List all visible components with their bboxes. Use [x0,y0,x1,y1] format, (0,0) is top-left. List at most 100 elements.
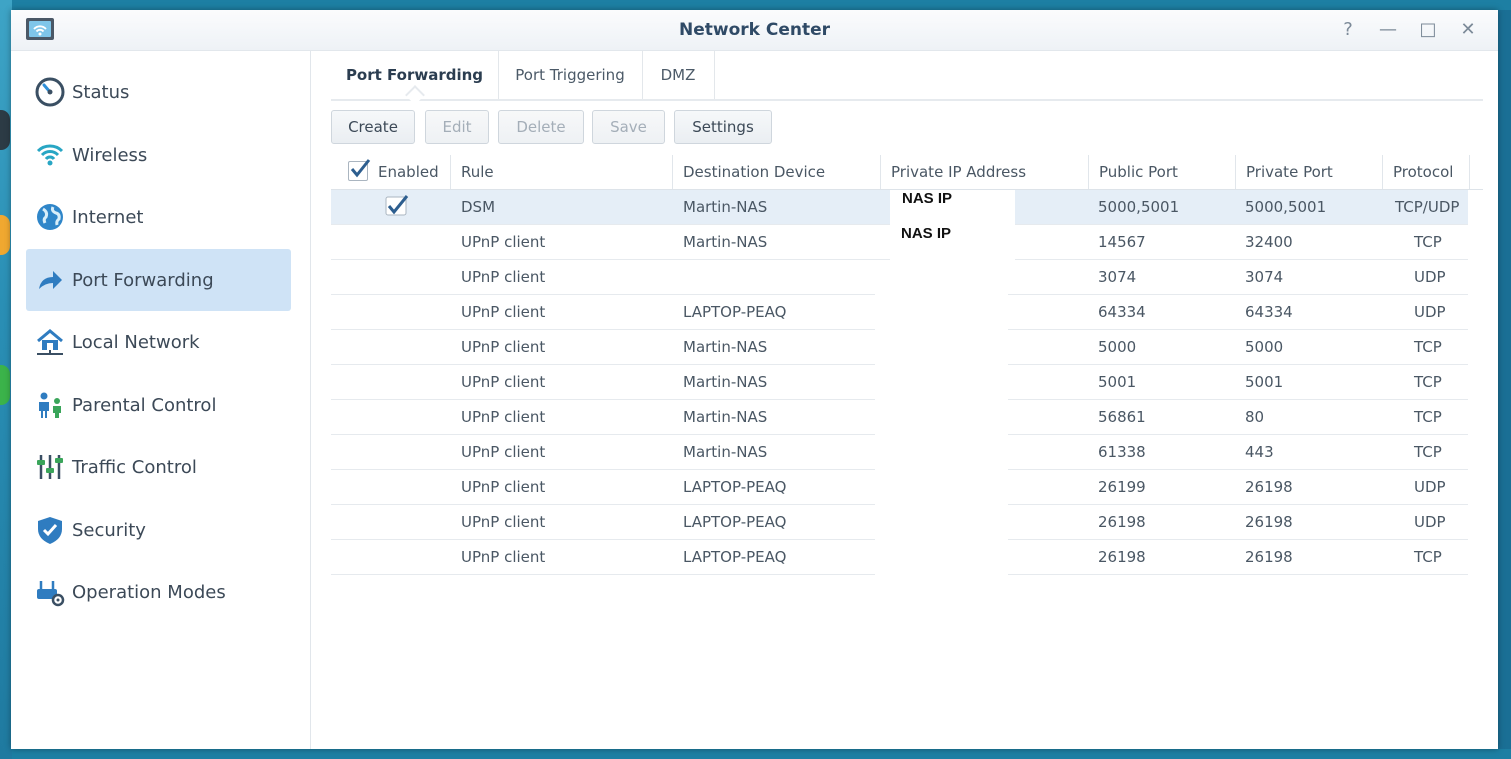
tab-dmz[interactable]: DMZ [642,51,715,99]
table-row[interactable]: UPnP client 3074 3074 UDP [331,260,1468,295]
cell-private-port: 26198 [1245,513,1293,531]
column-header-enabled[interactable]: Enabled [331,155,450,189]
cell-protocol: TCP [1414,373,1442,391]
redaction-box [875,294,1008,575]
speedometer-icon [34,76,66,108]
cell-protocol: TCP [1414,338,1442,356]
sidebar-item-label: Port Forwarding [72,269,214,291]
sliders-icon [34,451,66,483]
column-header-private-ip[interactable]: Private IP Address [880,155,1088,189]
cell-public-port: 26198 [1098,513,1146,531]
cell-private-port: 26198 [1245,478,1293,496]
cell-protocol: TCP [1414,443,1442,461]
cell-protocol: UDP [1414,478,1446,496]
cell-private-port: 80 [1245,408,1265,426]
main-content: Port Forwarding Port Triggering DMZ Crea… [311,51,1498,749]
sidebar-item-traffic-control[interactable]: Traffic Control [26,436,291,498]
save-button[interactable]: Save [592,110,665,144]
cell-rule: UPnP client [461,233,546,251]
help-button[interactable]: ? [1337,19,1359,41]
cell-rule: UPnP client [461,268,546,286]
column-header-destination-device[interactable]: Destination Device [672,155,880,189]
sidebar-item-label: Security [72,519,146,541]
cell-protocol: UDP [1414,268,1446,286]
window-title: Network Center [678,20,831,40]
sidebar-item-label: Operation Modes [72,581,226,603]
sidebar-item-parental-control[interactable]: Parental Control [26,374,291,436]
cell-rule: UPnP client [461,303,546,321]
column-header-rule[interactable]: Rule [450,155,672,189]
cell-public-port: 64334 [1098,303,1146,321]
home-network-icon [34,326,66,358]
settings-button[interactable]: Settings [674,110,772,144]
cell-public-port: 14567 [1098,233,1146,251]
desktop-background [1498,10,1511,749]
network-center-window: Network Center ? — □ ✕ Status Wireless I… [11,10,1498,749]
router-gear-icon [34,576,66,608]
forward-arrow-icon [34,264,66,296]
cell-public-port: 61338 [1098,443,1146,461]
title-bar[interactable]: Network Center ? — □ ✕ [11,10,1498,51]
header-label: Enabled [378,163,439,181]
cell-public-port: 56861 [1098,408,1146,426]
cell-device: Martin-NAS [683,198,768,216]
cell-rule: UPnP client [461,443,546,461]
sidebar-item-label: Traffic Control [72,456,197,478]
sidebar-item-label: Local Network [72,331,200,353]
desktop-icon [0,110,10,150]
sidebar-item-label: Wireless [72,144,148,166]
tab-bar: Port Forwarding Port Triggering DMZ [331,51,1483,101]
maximize-button[interactable]: □ [1417,19,1439,41]
cell-rule: UPnP client [461,338,546,356]
sidebar-item-internet[interactable]: Internet [26,186,291,248]
cell-public-port: 26198 [1098,548,1146,566]
create-button[interactable]: Create [331,110,415,144]
sidebar-item-security[interactable]: Security [26,499,291,561]
column-header-private-port[interactable]: Private Port [1235,155,1382,189]
desktop-icon [0,215,10,255]
column-header-public-port[interactable]: Public Port [1088,155,1235,189]
cell-private-port: 32400 [1245,233,1293,251]
column-header-protocol[interactable]: Protocol [1382,155,1469,189]
sidebar-item-wireless[interactable]: Wireless [26,124,291,186]
sidebar: Status Wireless Internet Port Forwarding… [11,51,311,749]
sidebar-item-status[interactable]: Status [26,61,291,123]
cell-private-port: 26198 [1245,548,1293,566]
cell-public-port: 26199 [1098,478,1146,496]
sidebar-item-local-network[interactable]: Local Network [26,311,291,373]
delete-button[interactable]: Delete [498,110,584,144]
cell-private-port: 5000 [1245,338,1284,356]
minimize-button[interactable]: — [1377,19,1399,41]
cell-public-port: 5000,5001 [1098,198,1180,216]
sidebar-item-label: Internet [72,206,144,228]
tab-port-forwarding[interactable]: Port Forwarding [331,51,499,99]
cell-rule: UPnP client [461,373,546,391]
cell-device: LAPTOP-PEAQ [683,303,787,321]
edit-button[interactable]: Edit [425,110,489,144]
tab-port-triggering[interactable]: Port Triggering [498,51,643,99]
cell-private-port: 5001 [1245,373,1284,391]
cell-public-port: 5000 [1098,338,1137,356]
checkmark-icon [385,195,409,216]
cell-protocol: TCP [1414,233,1442,251]
cell-private-port: 443 [1245,443,1274,461]
enabled-checkbox[interactable] [385,195,409,217]
shield-icon [34,514,66,546]
sidebar-item-port-forwarding[interactable]: Port Forwarding [26,249,291,311]
select-all-checkbox[interactable] [348,159,371,181]
sidebar-item-operation-modes[interactable]: Operation Modes [26,561,291,623]
checkmark-icon [350,159,371,178]
cell-device: Martin-NAS [683,233,768,251]
cell-private-ip: NAS IP [901,225,952,242]
sidebar-item-label: Status [72,81,130,103]
cell-rule: UPnP client [461,478,546,496]
cell-rule: UPnP client [461,513,546,531]
cell-public-port: 5001 [1098,373,1137,391]
close-button[interactable]: ✕ [1457,19,1479,41]
cell-device: LAPTOP-PEAQ [683,513,787,531]
cell-rule: DSM [461,198,496,216]
cell-protocol: TCP [1414,408,1442,426]
cell-rule: UPnP client [461,548,546,566]
cell-device: Martin-NAS [683,338,768,356]
cell-device: LAPTOP-PEAQ [683,478,787,496]
